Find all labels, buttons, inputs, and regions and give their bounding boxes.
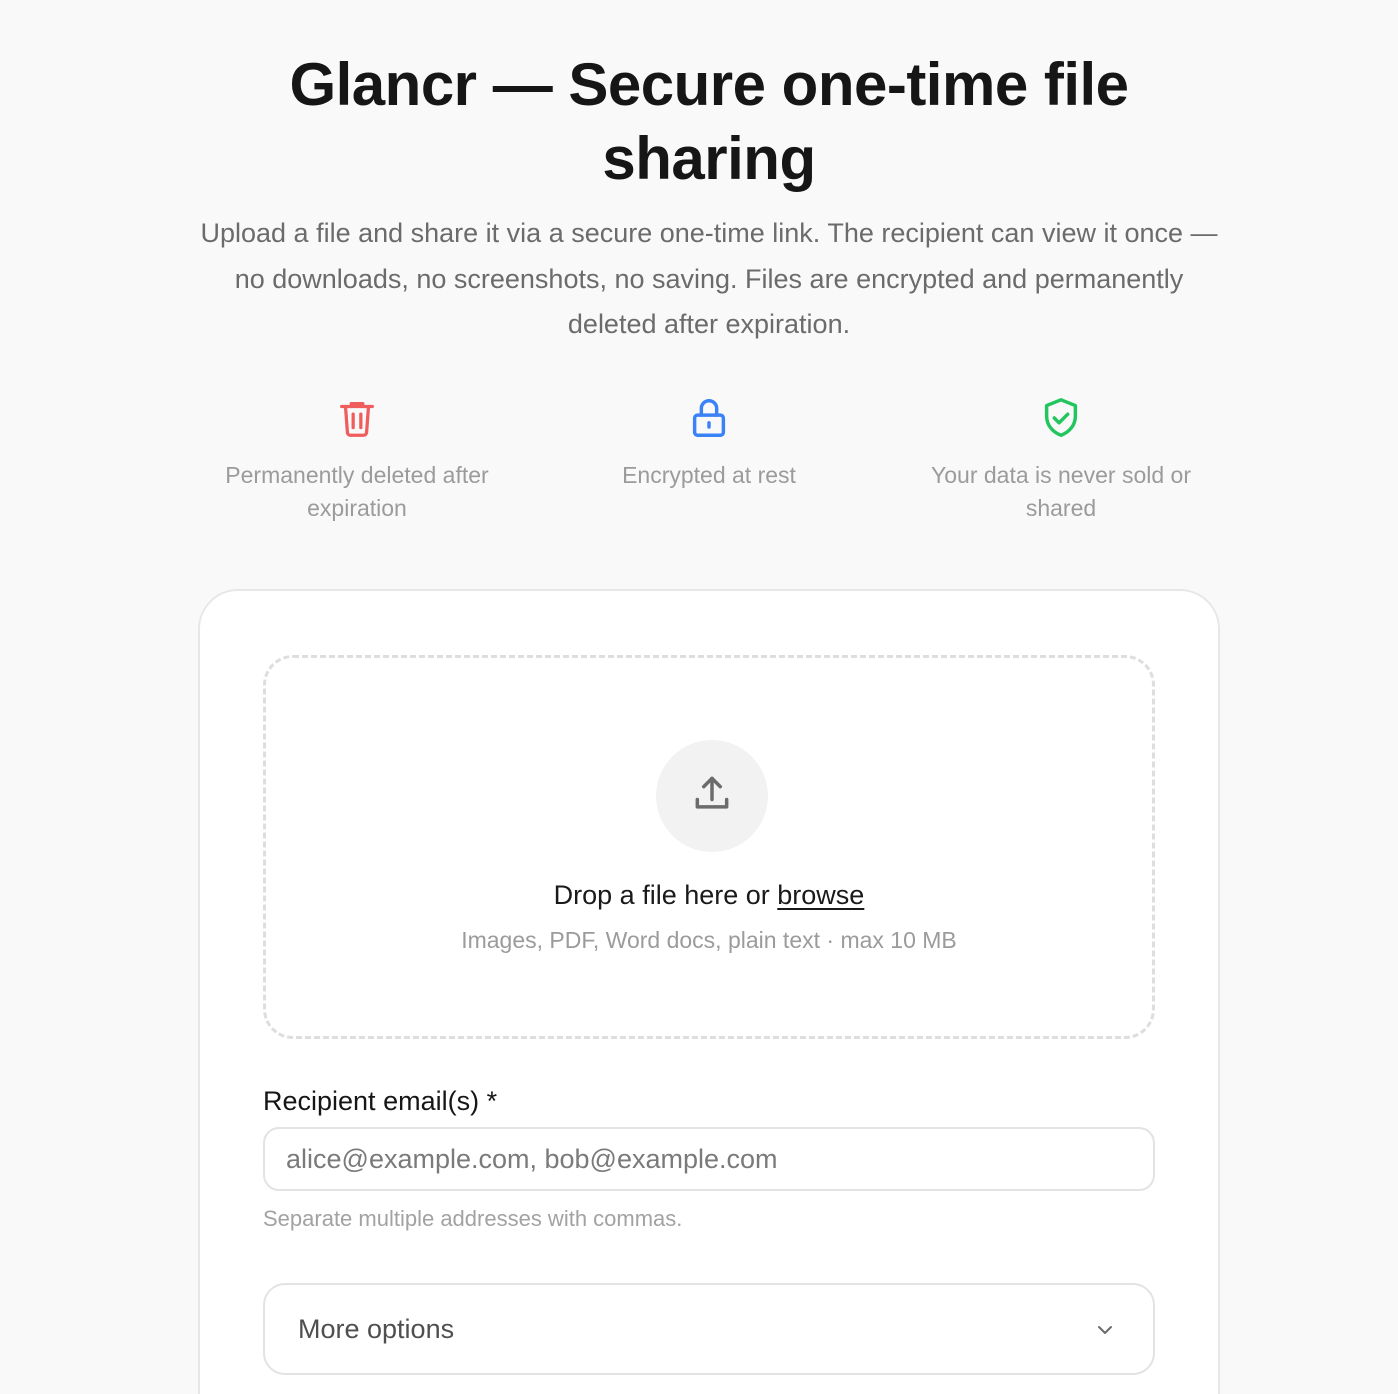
feature-deleted: Permanently deleted after expiration xyxy=(207,395,507,525)
dropzone-prompt: Drop a file here or browse xyxy=(266,878,1152,912)
feature-encrypted: Encrypted at rest xyxy=(559,395,859,492)
more-options-label: More options xyxy=(298,1314,455,1344)
lock-icon xyxy=(686,395,732,441)
page-subtitle: Upload a file and share it via a secure … xyxy=(200,218,1218,339)
recipient-email-help: Separate multiple addresses with commas. xyxy=(263,1206,683,1231)
recipient-email-input[interactable] xyxy=(263,1127,1155,1191)
feature-label: Permanently deleted after expiration xyxy=(225,462,489,521)
trash-icon xyxy=(334,395,380,441)
feature-privacy: Your data is never sold or shared xyxy=(911,395,1211,525)
upload-icon-circle xyxy=(656,740,768,852)
feature-label: Encrypted at rest xyxy=(622,462,796,488)
feature-label: Your data is never sold or shared xyxy=(931,462,1191,521)
page: Glancr — Secure one-time file sharing Up… xyxy=(0,0,1398,1394)
more-options-toggle[interactable]: More options xyxy=(263,1283,1155,1375)
shield-check-icon xyxy=(1038,395,1084,441)
recipient-email-label: Recipient email(s) * xyxy=(263,1086,498,1116)
page-title: Glancr — Secure one-time file sharing xyxy=(289,51,1129,192)
browse-link[interactable]: browse xyxy=(777,880,864,910)
file-dropzone[interactable]: Drop a file here or browse Images, PDF, … xyxy=(263,655,1155,1039)
upload-icon xyxy=(695,776,729,809)
dropzone-hint: Images, PDF, Word docs, plain text · max… xyxy=(461,927,957,953)
chevron-down-icon xyxy=(1098,1326,1112,1334)
dropzone-prompt-text: Drop a file here or xyxy=(553,880,770,910)
